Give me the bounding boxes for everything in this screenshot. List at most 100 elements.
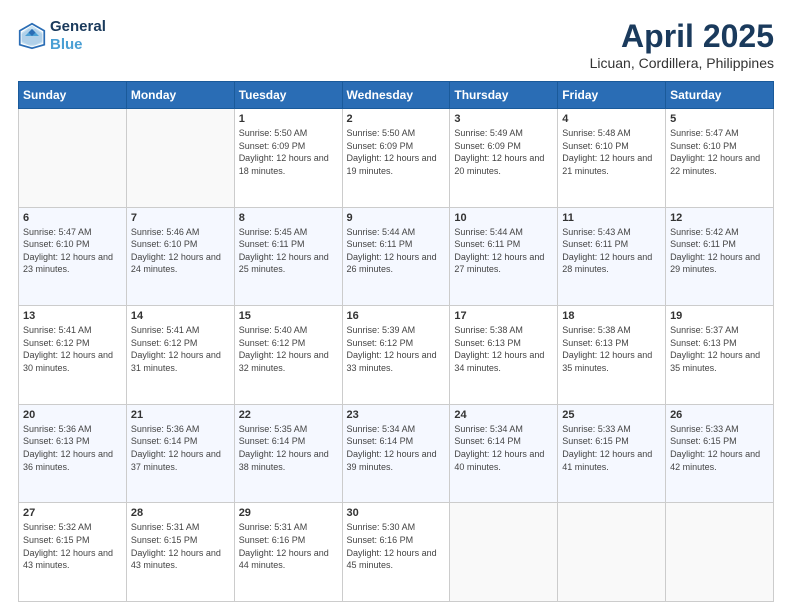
day-number: 18 <box>562 310 661 322</box>
logo-icon <box>18 22 46 50</box>
calendar-cell: 3 Sunrise: 5:49 AM Sunset: 6:09 PM Daylig… <box>450 109 558 208</box>
calendar-cell: 4Sunrise: 5:48 AM Sunset: 6:10 PM Daylig… <box>558 109 666 208</box>
day-number: 4 <box>562 113 661 125</box>
day-number: 11 <box>562 212 661 224</box>
day-info: Sunrise: 5:44 AM Sunset: 6:11 PM Dayligh… <box>347 226 446 276</box>
calendar-cell: 11 Sunrise: 5:43 AM Sunset: 6:11 PM Dayli… <box>558 207 666 306</box>
calendar-cell: 23 Sunrise: 5:34 AM Sunset: 6:14 PM Dayli… <box>342 404 450 503</box>
calendar-cell: 25 Sunrise: 5:33 AM Sunset: 6:15 PM Dayli… <box>558 404 666 503</box>
day-info: Sunrise: 5:45 AM Sunset: 6:11 PM Dayligh… <box>239 226 338 276</box>
calendar-cell: 5 Sunrise: 5:47 AM Sunset: 6:10 PM Daylig… <box>666 109 774 208</box>
day-number: 25 <box>562 409 661 421</box>
day-number: 5 <box>670 113 769 125</box>
day-info: Sunrise: 5:35 AM Sunset: 6:14 PM Dayligh… <box>239 423 338 473</box>
calendar-cell: 22 Sunrise: 5:35 AM Sunset: 6:14 PM Dayli… <box>234 404 342 503</box>
col-saturday: Saturday <box>666 82 774 109</box>
calendar-week-1: 1 Sunrise: 5:50 AM Sunset: 6:09 PM Daylig… <box>19 109 774 208</box>
calendar-cell: 30 Sunrise: 5:30 AM Sunset: 6:16 PM Dayli… <box>342 503 450 602</box>
calendar-cell: 14Sunrise: 5:41 AM Sunset: 6:12 PM Dayli… <box>126 306 234 405</box>
calendar-header: Sunday Monday Tuesday Wednesday Thursday… <box>19 82 774 109</box>
day-info: Sunrise: 5:30 AM Sunset: 6:16 PM Dayligh… <box>347 521 446 571</box>
calendar-cell <box>450 503 558 602</box>
day-info: Sunrise: 5:38 AM Sunset: 6:13 PM Dayligh… <box>562 324 661 374</box>
calendar-cell: 12 Sunrise: 5:42 AM Sunset: 6:11 PM Dayli… <box>666 207 774 306</box>
day-number: 14 <box>131 310 230 322</box>
subtitle: Licuan, Cordillera, Philippines <box>590 55 774 71</box>
calendar-cell: 9 Sunrise: 5:44 AM Sunset: 6:11 PM Daylig… <box>342 207 450 306</box>
day-info: Sunrise: 5:41 AM Sunset: 6:12 PM Dayligh… <box>23 324 122 374</box>
logo: General Blue <box>18 18 106 54</box>
day-number: 1 <box>239 113 338 125</box>
calendar-cell: 21 Sunrise: 5:36 AM Sunset: 6:14 PM Dayli… <box>126 404 234 503</box>
day-number: 30 <box>347 507 446 519</box>
calendar-cell <box>666 503 774 602</box>
day-info: Sunrise: 5:33 AM Sunset: 6:15 PM Dayligh… <box>562 423 661 473</box>
day-info: Sunrise: 5:34 AM Sunset: 6:14 PM Dayligh… <box>454 423 553 473</box>
day-number: 13 <box>23 310 122 322</box>
day-number: 26 <box>670 409 769 421</box>
day-info: Sunrise: 5:43 AM Sunset: 6:11 PM Dayligh… <box>562 226 661 276</box>
day-info: Sunrise: 5:39 AM Sunset: 6:12 PM Dayligh… <box>347 324 446 374</box>
calendar-cell: 6Sunrise: 5:47 AM Sunset: 6:10 PM Daylig… <box>19 207 127 306</box>
day-info: Sunrise: 5:38 AM Sunset: 6:13 PM Dayligh… <box>454 324 553 374</box>
day-info: Sunrise: 5:50 AM Sunset: 6:09 PM Dayligh… <box>347 127 446 177</box>
day-info: Sunrise: 5:47 AM Sunset: 6:10 PM Dayligh… <box>670 127 769 177</box>
calendar-cell: 15 Sunrise: 5:40 AM Sunset: 6:12 PM Dayli… <box>234 306 342 405</box>
calendar-cell: 28Sunrise: 5:31 AM Sunset: 6:15 PM Dayli… <box>126 503 234 602</box>
day-info: Sunrise: 5:34 AM Sunset: 6:14 PM Dayligh… <box>347 423 446 473</box>
col-tuesday: Tuesday <box>234 82 342 109</box>
day-number: 24 <box>454 409 553 421</box>
calendar-cell: 16 Sunrise: 5:39 AM Sunset: 6:12 PM Dayli… <box>342 306 450 405</box>
header: General Blue April 2025 Licuan, Cordille… <box>18 18 774 71</box>
calendar-cell: 10Sunrise: 5:44 AM Sunset: 6:11 PM Dayli… <box>450 207 558 306</box>
calendar-week-5: 27Sunrise: 5:32 AM Sunset: 6:15 PM Dayli… <box>19 503 774 602</box>
day-info: Sunrise: 5:36 AM Sunset: 6:13 PM Dayligh… <box>23 423 122 473</box>
calendar-cell <box>126 109 234 208</box>
day-number: 28 <box>131 507 230 519</box>
calendar-cell: 27Sunrise: 5:32 AM Sunset: 6:15 PM Dayli… <box>19 503 127 602</box>
day-number: 27 <box>23 507 122 519</box>
day-info: Sunrise: 5:44 AM Sunset: 6:11 PM Dayligh… <box>454 226 553 276</box>
calendar-cell: 7Sunrise: 5:46 AM Sunset: 6:10 PM Daylig… <box>126 207 234 306</box>
day-number: 23 <box>347 409 446 421</box>
day-info: Sunrise: 5:37 AM Sunset: 6:13 PM Dayligh… <box>670 324 769 374</box>
day-number: 20 <box>23 409 122 421</box>
day-number: 3 <box>454 113 553 125</box>
calendar-cell: 13 Sunrise: 5:41 AM Sunset: 6:12 PM Dayli… <box>19 306 127 405</box>
day-info: Sunrise: 5:49 AM Sunset: 6:09 PM Dayligh… <box>454 127 553 177</box>
logo-text: General Blue <box>50 18 106 54</box>
title-block: April 2025 Licuan, Cordillera, Philippin… <box>590 18 774 71</box>
day-number: 16 <box>347 310 446 322</box>
calendar-body: 1 Sunrise: 5:50 AM Sunset: 6:09 PM Daylig… <box>19 109 774 602</box>
calendar-cell: 8 Sunrise: 5:45 AM Sunset: 6:11 PM Daylig… <box>234 207 342 306</box>
day-info: Sunrise: 5:42 AM Sunset: 6:11 PM Dayligh… <box>670 226 769 276</box>
col-thursday: Thursday <box>450 82 558 109</box>
calendar-cell: 24 Sunrise: 5:34 AM Sunset: 6:14 PM Dayli… <box>450 404 558 503</box>
day-info: Sunrise: 5:36 AM Sunset: 6:14 PM Dayligh… <box>131 423 230 473</box>
col-sunday: Sunday <box>19 82 127 109</box>
calendar-cell: 1 Sunrise: 5:50 AM Sunset: 6:09 PM Daylig… <box>234 109 342 208</box>
calendar-cell: 19 Sunrise: 5:37 AM Sunset: 6:13 PM Dayli… <box>666 306 774 405</box>
day-number: 7 <box>131 212 230 224</box>
day-number: 8 <box>239 212 338 224</box>
day-number: 17 <box>454 310 553 322</box>
calendar-cell <box>558 503 666 602</box>
col-wednesday: Wednesday <box>342 82 450 109</box>
day-number: 9 <box>347 212 446 224</box>
calendar-cell: 18 Sunrise: 5:38 AM Sunset: 6:13 PM Dayli… <box>558 306 666 405</box>
calendar-cell: 20 Sunrise: 5:36 AM Sunset: 6:13 PM Dayli… <box>19 404 127 503</box>
main-title: April 2025 <box>590 18 774 55</box>
day-info: Sunrise: 5:47 AM Sunset: 6:10 PM Dayligh… <box>23 226 122 276</box>
calendar-cell: 29Sunrise: 5:31 AM Sunset: 6:16 PM Dayli… <box>234 503 342 602</box>
day-number: 15 <box>239 310 338 322</box>
calendar-week-4: 20 Sunrise: 5:36 AM Sunset: 6:13 PM Dayli… <box>19 404 774 503</box>
col-monday: Monday <box>126 82 234 109</box>
day-number: 19 <box>670 310 769 322</box>
day-number: 12 <box>670 212 769 224</box>
day-info: Sunrise: 5:50 AM Sunset: 6:09 PM Dayligh… <box>239 127 338 177</box>
day-info: Sunrise: 5:40 AM Sunset: 6:12 PM Dayligh… <box>239 324 338 374</box>
calendar-cell: 26Sunrise: 5:33 AM Sunset: 6:15 PM Dayli… <box>666 404 774 503</box>
day-number: 21 <box>131 409 230 421</box>
day-number: 22 <box>239 409 338 421</box>
col-friday: Friday <box>558 82 666 109</box>
